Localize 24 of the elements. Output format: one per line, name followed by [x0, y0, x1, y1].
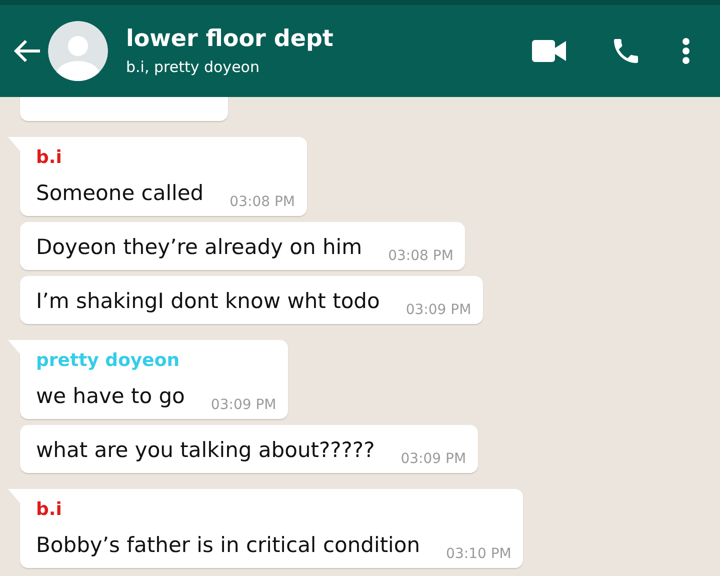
back-arrow-icon[interactable]	[12, 38, 42, 64]
avatar-icon[interactable]	[48, 21, 108, 81]
video-call-icon[interactable]	[532, 40, 566, 62]
bubble-tail-icon	[8, 489, 20, 503]
message-text: Someone called	[36, 180, 204, 207]
bubble-tail-icon	[8, 137, 20, 151]
message-time: 03:09 PM	[210, 397, 276, 413]
message-text: what are you talking about?????	[36, 437, 375, 464]
message-text: Bobby’s father is in critical condition	[36, 532, 420, 559]
message-text: Doyeon they’re already on him	[36, 234, 362, 261]
message-time: 03:10 PM	[446, 546, 512, 562]
message-time: 03:09 PM	[406, 302, 472, 318]
message-time: 03:08 PM	[388, 248, 454, 264]
sender-name: pretty doyeon	[36, 350, 180, 371]
message-time: 03:08 PM	[230, 194, 295, 210]
participants-text: b.i, pretty doyeon	[126, 58, 260, 76]
bubble-tail-icon	[8, 340, 20, 354]
chat-title: lower floor dept	[126, 26, 334, 52]
message-text: I’m shakingI dont know wht todo	[36, 288, 380, 315]
message-text: we have to go	[36, 383, 185, 410]
more-options-icon[interactable]	[682, 38, 690, 64]
sender-name: b.i	[36, 147, 62, 168]
message-time: 03:09 PM	[400, 451, 466, 467]
sender-name: b.i	[36, 499, 62, 520]
